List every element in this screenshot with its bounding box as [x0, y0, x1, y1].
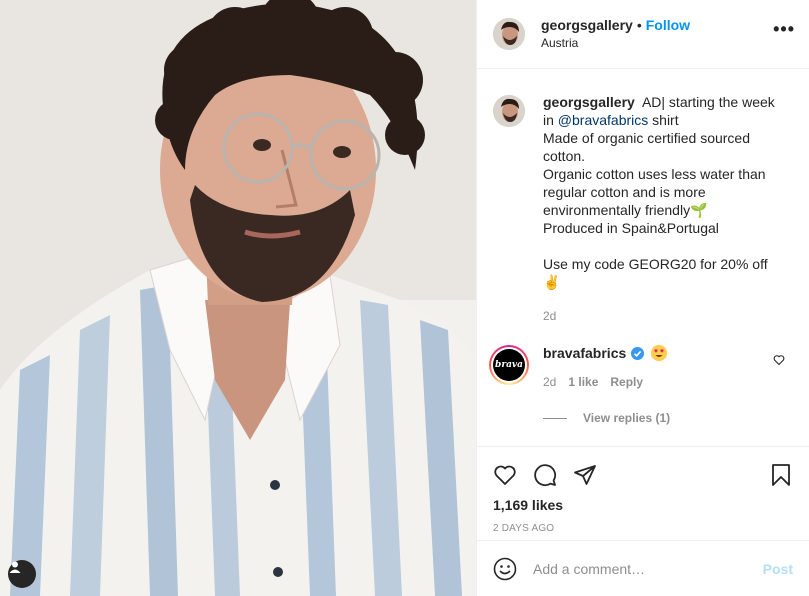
commenter-username[interactable]: bravafabrics: [543, 345, 626, 361]
post-comment-button[interactable]: Post: [763, 561, 793, 577]
author-avatar[interactable]: [493, 18, 525, 50]
reply-button[interactable]: Reply: [610, 375, 643, 389]
author-avatar-image: [493, 18, 525, 50]
heart-eyes-emoji: [651, 345, 668, 361]
post-header: georgsgallery • Follow Austria •••: [477, 0, 809, 69]
caption-line: Produced in Spain&Portugal: [543, 220, 719, 236]
comment-timestamp[interactable]: 2d: [543, 375, 556, 389]
caption-username[interactable]: georgsgallery: [543, 94, 635, 110]
post-caption: georgsgallery AD| starting the week in @…: [493, 69, 793, 325]
save-bookmark-icon[interactable]: [769, 463, 793, 487]
header-separator: •: [636, 17, 642, 33]
post-photo[interactable]: [0, 0, 476, 596]
post-side-panel: georgsgallery • Follow Austria ••• georg…: [476, 0, 809, 596]
caption-code-line: Use my code GEORG20 for 20% off: [543, 256, 768, 272]
likes-count[interactable]: 1,169 likes: [493, 497, 793, 513]
post-location[interactable]: Austria: [541, 34, 690, 52]
brava-logo: brava: [493, 349, 525, 381]
comments-section[interactable]: georgsgallery AD| starting the week in @…: [477, 69, 809, 446]
emoji-picker-icon[interactable]: [493, 557, 517, 581]
comment-like-heart-icon[interactable]: [773, 354, 785, 366]
victory-hand-emoji: ✌️: [543, 274, 561, 290]
author-username[interactable]: georgsgallery: [541, 16, 633, 34]
comment-item: brava bravafabrics 2d 1 like Reply: [489, 345, 793, 389]
tagged-users-button[interactable]: [8, 560, 36, 588]
caption-timestamp[interactable]: 2d: [543, 307, 783, 325]
more-options-button[interactable]: •••: [773, 20, 795, 38]
replies-divider-line: [543, 417, 567, 419]
portrait-illustration: [0, 0, 476, 596]
caption-text-after-mention: shirt: [652, 112, 679, 128]
caption-line: Organic cotton uses less water than regu…: [543, 166, 766, 218]
comment-input[interactable]: [533, 560, 763, 577]
verified-badge-icon: [631, 346, 645, 360]
view-replies-button[interactable]: View replies (1): [543, 411, 793, 425]
share-paper-plane-icon[interactable]: [573, 463, 597, 487]
like-heart-icon[interactable]: [493, 463, 517, 487]
caption-line: Made of organic certified sourced cotton…: [543, 130, 750, 164]
follow-button[interactable]: Follow: [646, 16, 690, 34]
post-date[interactable]: 2 DAYS AGO: [493, 523, 793, 534]
post-actions: 1,169 likes 2 DAYS AGO: [477, 446, 809, 540]
comment-likes-count[interactable]: 1 like: [568, 375, 598, 389]
instagram-post: georgsgallery • Follow Austria ••• georg…: [0, 0, 809, 596]
caption-mention-link[interactable]: @bravafabrics: [558, 112, 648, 128]
user-icon: [9, 561, 21, 573]
add-comment-bar: Post: [477, 540, 809, 596]
commenter-avatar[interactable]: brava: [489, 345, 529, 385]
caption-avatar-image: [493, 95, 525, 127]
caption-avatar[interactable]: [493, 95, 525, 127]
comment-bubble-icon[interactable]: [533, 463, 557, 487]
view-replies-label: View replies (1): [583, 411, 671, 425]
